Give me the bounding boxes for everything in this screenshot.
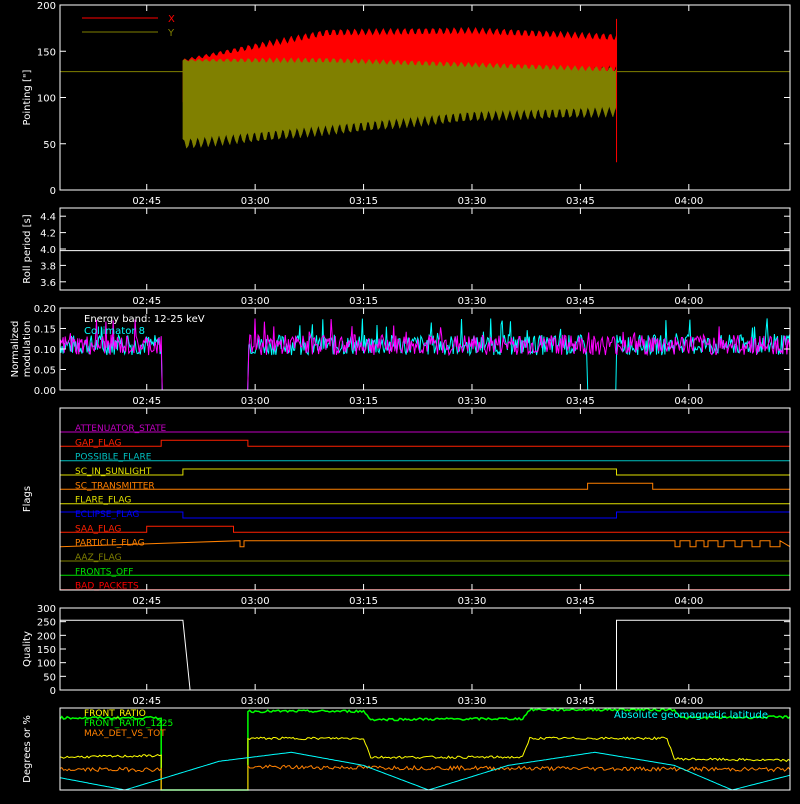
y-tick-label-p1-3: 150 xyxy=(37,47,56,58)
y-tick-label-p5-3: 150 xyxy=(37,645,56,656)
ratio-legend-1: FRONT_RATIO_1225 xyxy=(84,719,173,729)
y-tick-label-p5-2: 100 xyxy=(37,659,56,670)
panel-roll-frame xyxy=(59,207,791,291)
y-axis-label-p3-line2: modulation xyxy=(22,321,33,378)
flag-line-sc-in-sunlight xyxy=(60,468,790,476)
flag-label-attenuator-state: ATTENUATOR_STATE xyxy=(75,424,167,434)
x-tick-label-p1-2: 03:15 xyxy=(349,196,378,207)
y-tick-label-p3-4: 0.20 xyxy=(34,304,56,315)
x-tick-label-p4-4: 03:45 xyxy=(566,596,595,607)
ratio-series-2 xyxy=(59,764,791,791)
modulation-legend-label: Collimator 8 xyxy=(84,326,145,337)
x-tick-label-p3-4: 03:45 xyxy=(566,396,595,407)
modulation-annotation: Energy band: 12-25 keV xyxy=(84,314,205,325)
y-tick-label-p5-5: 250 xyxy=(37,618,56,629)
ratio-series-3 xyxy=(59,751,791,791)
x-tick-label-p5-5: 04:00 xyxy=(674,696,703,707)
y-axis-label-p6: Degrees or % xyxy=(22,715,33,783)
flag-label-fronts-off: FRONTS_OFF xyxy=(75,567,133,577)
x-tick-label-p3-1: 03:00 xyxy=(241,396,270,407)
y-tick-label-p1-4: 200 xyxy=(37,1,56,12)
y-axis-label-p4: Flags xyxy=(22,486,33,512)
y-tick-label-p5-6: 300 xyxy=(37,604,56,615)
ratio-legend-0: FRONT_RATIO xyxy=(84,709,146,719)
y-tick-label-p3-2: 0.10 xyxy=(34,345,56,356)
y-axis-label-p3-line1: Normalized xyxy=(10,321,21,378)
ratio-legend-2: MAX_DET_VS_TOT xyxy=(84,729,166,739)
flag-line-particle-flag xyxy=(59,539,791,548)
y-tick-label-p3-1: 0.05 xyxy=(34,366,56,377)
y-axis-label-p2: Roll period [s] xyxy=(22,214,33,283)
x-tick-label-p2-2: 03:15 xyxy=(349,296,378,307)
flag-line-eclipse-flag xyxy=(59,511,791,519)
x-tick-label-p1-3: 03:30 xyxy=(458,196,487,207)
y-axis-label-p5: Quality xyxy=(22,631,33,667)
x-tick-label-p4-1: 03:00 xyxy=(241,596,270,607)
x-tick-label-p5-2: 03:15 xyxy=(349,696,378,707)
legend-label-x: X xyxy=(168,14,175,25)
x-tick-label-p4-3: 03:30 xyxy=(458,596,487,607)
y-tick-label-p1-1: 50 xyxy=(43,140,56,151)
y-tick-label-p3-3: 0.15 xyxy=(34,325,56,336)
x-tick-label-p3-0: 02:45 xyxy=(132,396,161,407)
flag-line-sc-transmitter xyxy=(60,482,790,490)
flag-line-saa-flag xyxy=(60,525,790,533)
x-tick-label-p5-3: 03:30 xyxy=(458,696,487,707)
flag-label-sc-in-sunlight: SC_IN_SUNLIGHT xyxy=(75,467,152,477)
y-tick-label-p2-1: 3.8 xyxy=(40,261,56,272)
y-axis-label-p1: Pointing ["] xyxy=(22,69,33,125)
flag-label-particle-flag: PARTICLE_FLAG xyxy=(75,539,145,549)
flag-label-flare-flag: FLARE_FLAG xyxy=(75,496,131,506)
y-tick-label-p5-0: 0 xyxy=(50,686,56,697)
x-tick-label-p1-1: 03:00 xyxy=(241,196,270,207)
modulation-series-0 xyxy=(59,318,791,391)
y-tick-label-p1-2: 100 xyxy=(37,94,56,105)
flag-label-aaz-flag: AAZ_FLAG xyxy=(75,553,122,563)
ratio-series-1 xyxy=(59,736,791,791)
x-tick-label-p5-1: 03:00 xyxy=(241,696,270,707)
x-tick-label-p5-4: 03:45 xyxy=(566,696,595,707)
flag-label-sc-transmitter: SC_TRANSMITTER xyxy=(75,481,155,491)
y-tick-label-p5-4: 200 xyxy=(37,631,56,642)
x-tick-label-p2-1: 03:00 xyxy=(241,296,270,307)
x-tick-label-p2-3: 03:30 xyxy=(458,296,487,307)
x-tick-label-p2-4: 03:45 xyxy=(566,296,595,307)
x-tick-label-p4-5: 04:00 xyxy=(674,596,703,607)
x-tick-label-p1-0: 02:45 xyxy=(132,196,161,207)
flag-label-gap-flag: GAP_FLAG xyxy=(75,438,121,448)
y-tick-label-p5-1: 50 xyxy=(43,672,56,683)
y-tick-label-p1-0: 0 xyxy=(50,186,56,197)
quality-line xyxy=(60,619,790,691)
ratio-legend-3: Absolute geomagnetic latitude xyxy=(614,710,768,721)
y-tick-label-p2-0: 3.6 xyxy=(40,278,56,289)
x-tick-label-p4-2: 03:15 xyxy=(349,596,378,607)
flag-line-gap-flag xyxy=(60,439,790,447)
flag-label-saa-flag: SAA_FLAG xyxy=(75,524,121,534)
x-tick-label-p3-2: 03:15 xyxy=(349,396,378,407)
x-tick-label-p2-0: 02:45 xyxy=(132,296,161,307)
y-tick-label-p2-4: 4.4 xyxy=(40,212,56,223)
y-tick-label-p2-2: 4.0 xyxy=(40,245,56,256)
x-tick-label-p3-3: 03:30 xyxy=(458,396,487,407)
chart-svg: XY 02:45 03:00 03:15 03:30 03:45 04:00 0 50 100 15… xyxy=(10,1,791,791)
y-tick-label-p3-0: 0.00 xyxy=(34,386,56,397)
flag-label-eclipse-flag: ECLIPSE_FLAG xyxy=(75,510,139,520)
x-tick-label-p1-4: 03:45 xyxy=(566,196,595,207)
x-tick-label-p5-0: 02:45 xyxy=(132,696,161,707)
x-tick-label-p2-5: 04:00 xyxy=(674,296,703,307)
legend-label-y: Y xyxy=(167,28,175,39)
flag-label-possible-flare: POSSIBLE_FLARE xyxy=(75,453,152,463)
modulation-series-1 xyxy=(59,318,791,391)
x-tick-label-p3-5: 04:00 xyxy=(674,396,703,407)
y-tick-label-p2-3: 4.2 xyxy=(40,229,56,240)
diagnostic-figure: X Y 02:45 03:00 03:15 03:30 03:45 04:00 0 50 100 15… xyxy=(0,0,800,800)
x-tick-label-p4-0: 02:45 xyxy=(132,596,161,607)
panel-flags-frame xyxy=(59,407,791,591)
x-tick-label-p1-5: 04:00 xyxy=(674,196,703,207)
